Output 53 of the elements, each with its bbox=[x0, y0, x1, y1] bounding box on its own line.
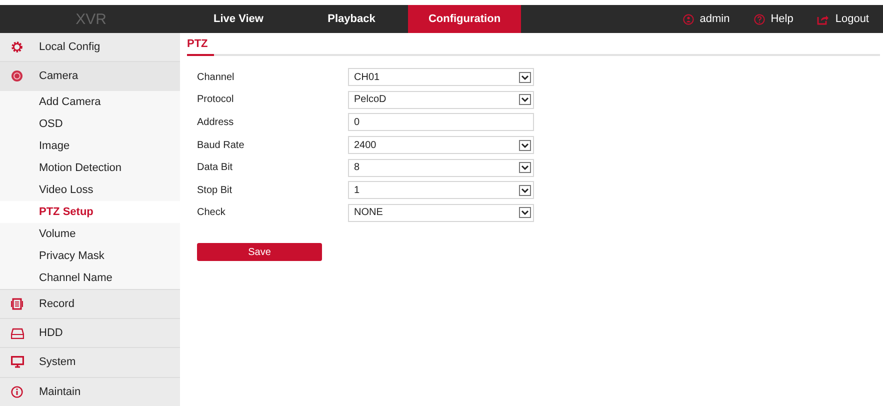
sidebar-item[interactable]: Video Loss bbox=[0, 178, 180, 201]
save-button[interactable]: Save bbox=[197, 243, 322, 262]
input-field[interactable]: 0 bbox=[348, 113, 534, 132]
logout-icon bbox=[817, 14, 830, 24]
field-label: Stop Bit bbox=[197, 184, 234, 196]
dropdown[interactable]: 2400 bbox=[348, 136, 534, 154]
section-tab[interactable]: PTZ bbox=[187, 38, 214, 56]
caret-icon bbox=[519, 184, 531, 196]
lens-icon bbox=[11, 70, 23, 82]
field-label: Address bbox=[197, 116, 235, 128]
hard-drive-icon bbox=[11, 328, 24, 339]
sidebar-group[interactable]: Local Config bbox=[0, 33, 180, 62]
user-icon bbox=[682, 14, 694, 24]
caret-icon bbox=[519, 162, 531, 174]
caret-icon bbox=[519, 140, 531, 151]
logo-text: XVR bbox=[76, 10, 106, 28]
field-label: Baud Rate bbox=[197, 140, 246, 151]
sidebar-item[interactable]: Channel Name bbox=[0, 266, 180, 289]
dropdown[interactable]: 8 bbox=[348, 158, 534, 177]
help-icon bbox=[754, 14, 765, 24]
sidebar-group[interactable]: System bbox=[0, 347, 180, 377]
sidebar-item[interactable]: OSD bbox=[0, 112, 180, 135]
sidebar-group[interactable]: Maintain bbox=[0, 376, 180, 406]
caret-icon bbox=[519, 207, 531, 218]
sidebar-item[interactable]: Motion Detection bbox=[0, 156, 180, 179]
monitor-icon bbox=[11, 356, 24, 368]
dropdown[interactable]: CH01 bbox=[348, 68, 534, 86]
field-label: Protocol bbox=[197, 94, 235, 106]
sidebar-item[interactable]: Volume bbox=[0, 222, 180, 245]
nav-tab[interactable]: Configuration bbox=[408, 5, 521, 33]
sidebar-item[interactable]: Add Camera bbox=[0, 90, 180, 113]
dropdown[interactable]: NONE bbox=[348, 204, 534, 222]
sidebar-item[interactable]: Image bbox=[0, 134, 180, 157]
dropdown[interactable]: PelcoD bbox=[348, 90, 534, 109]
dropdown[interactable]: 1 bbox=[348, 181, 534, 200]
sidebar-item[interactable]: Privacy Mask bbox=[0, 244, 180, 267]
nav-tab[interactable]: Playback bbox=[295, 5, 408, 33]
gear-icon bbox=[11, 41, 23, 54]
logout-link[interactable]: Logout bbox=[835, 13, 869, 25]
caret-icon bbox=[519, 94, 531, 106]
username-link[interactable]: admin bbox=[700, 13, 730, 25]
field-label: Check bbox=[197, 207, 226, 218]
help-link[interactable]: Help bbox=[770, 13, 794, 25]
nav-tab[interactable]: Live View bbox=[182, 5, 295, 33]
info-icon bbox=[11, 386, 23, 398]
field-label: Channel bbox=[197, 72, 236, 83]
document-icon bbox=[11, 298, 23, 310]
sidebar-item[interactable]: PTZ Setup bbox=[0, 200, 180, 223]
sidebar-group[interactable]: Record bbox=[0, 288, 180, 318]
caret-icon bbox=[519, 72, 531, 83]
field-label: Data Bit bbox=[197, 162, 234, 174]
sidebar-group[interactable]: HDD bbox=[0, 318, 180, 348]
sidebar-group[interactable]: Camera bbox=[0, 61, 180, 91]
